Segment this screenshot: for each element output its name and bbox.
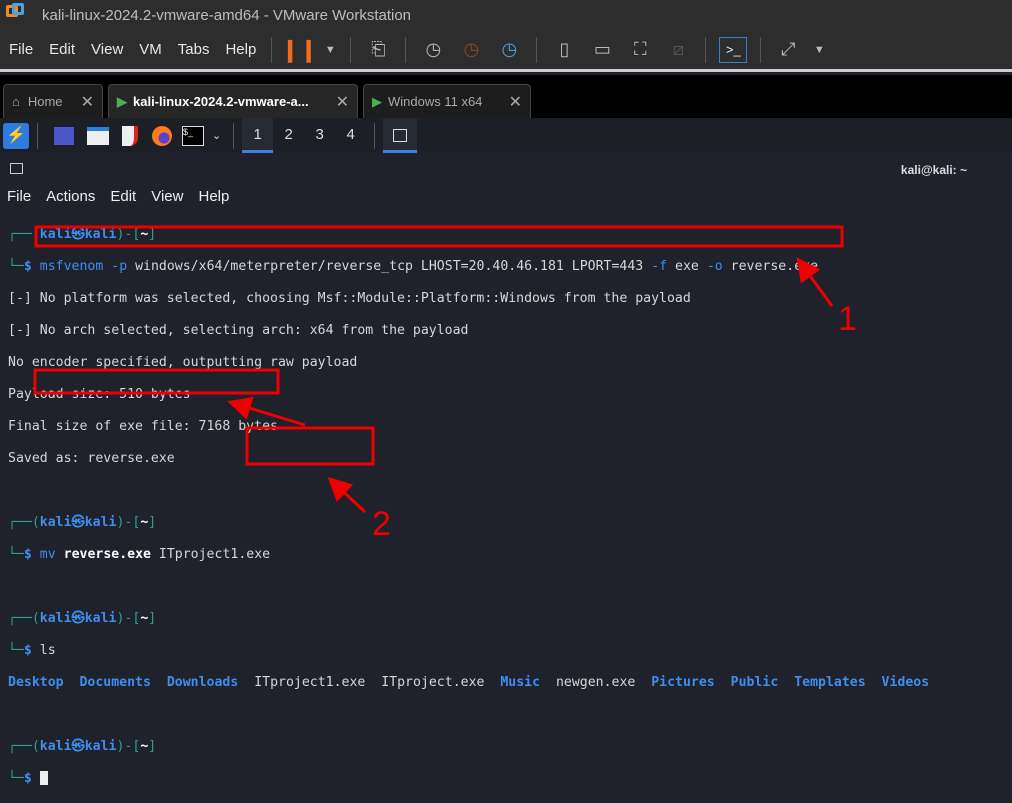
taskbar-terminal-window[interactable] bbox=[383, 118, 418, 153]
vm-icon: ▶ bbox=[117, 93, 127, 109]
output-line: Payload size: 510 bytes bbox=[8, 387, 191, 402]
terminal-icon[interactable]: $_ bbox=[182, 125, 204, 146]
terminal-menu-bar: File Actions Edit View Help bbox=[0, 183, 1012, 209]
directory-entry: Documents bbox=[79, 675, 151, 690]
revert-snapshot-icon[interactable]: ◷ bbox=[457, 37, 485, 63]
directory-entry: Pictures bbox=[651, 675, 715, 690]
annotation-label-2: 2 bbox=[372, 505, 391, 543]
command-line: └─$ ls bbox=[8, 643, 56, 658]
file-entry: ITproject1.exe bbox=[254, 675, 366, 690]
prompt-line: ┌──(kali㉿kali)-[~] bbox=[8, 227, 157, 242]
command-line: └─$ msfvenom -p windows/x64/meterpreter/… bbox=[8, 259, 819, 274]
fullscreen-icon[interactable]: ⛶ bbox=[626, 37, 654, 63]
directory-entry: Templates bbox=[794, 675, 866, 690]
terminal-icon bbox=[10, 163, 23, 174]
vmware-logo-icon bbox=[6, 3, 26, 25]
home-icon: ⌂ bbox=[12, 94, 20, 109]
menu-bar: File Edit View VM Tabs Help ❙❙ ▼ ⎗ ◷ ◷ ◷… bbox=[0, 30, 1012, 72]
output-line: No encoder specified, outputting raw pay… bbox=[8, 355, 358, 370]
menu-view[interactable]: View bbox=[82, 41, 130, 58]
file-entry: ITproject.exe bbox=[381, 675, 485, 690]
menu-tabs[interactable]: Tabs bbox=[169, 41, 217, 58]
close-icon[interactable]: ✕ bbox=[336, 92, 349, 112]
prompt-line: ┌──(kali㉿kali)-[~] bbox=[8, 515, 157, 530]
prompt-line: ┌──(kali㉿kali)-[~] bbox=[8, 739, 157, 754]
console-icon[interactable]: >_ bbox=[719, 36, 748, 63]
kali-panel: ⚡ $_ ⌄ 1 2 3 4 bbox=[0, 118, 1012, 153]
terminal-menu-view[interactable]: View bbox=[151, 188, 183, 205]
window-titlebar: kali-linux-2024.2-vmware-amd64 - VMware … bbox=[0, 0, 1012, 30]
thumbnail-icon[interactable]: ▭ bbox=[588, 37, 616, 63]
divider bbox=[405, 36, 407, 63]
vm-tab-strip: ⌂ Home ✕ ▶ kali-linux-2024.2-vmware-a... ✕ ▶… bbox=[0, 75, 1012, 118]
terminal-cursor bbox=[39, 771, 48, 785]
prompt-line: ┌──(kali㉿kali)-[~] bbox=[8, 611, 157, 626]
output-line: Final size of exe file: 7168 bytes bbox=[8, 419, 278, 434]
firefox-icon[interactable] bbox=[152, 125, 172, 146]
command-line: └─$ mv reverse.exe ITproject1.exe bbox=[8, 547, 271, 562]
terminal-output[interactable]: ┌──(kali㉿kali)-[~] └─$ msfvenom -p windo… bbox=[8, 211, 929, 803]
tab-label: kali-linux-2024.2-vmware-a... bbox=[133, 94, 309, 109]
directory-entry: Desktop bbox=[8, 675, 64, 690]
menu-file[interactable]: File bbox=[0, 41, 40, 58]
terminal-menu-help[interactable]: Help bbox=[198, 188, 229, 205]
snapshot-icon[interactable]: ◷ bbox=[419, 37, 447, 63]
text-editor-icon[interactable] bbox=[122, 125, 138, 146]
send-keys-icon[interactable]: ⎗ bbox=[364, 37, 392, 63]
terminal-title: kali@kali: ~ bbox=[900, 163, 967, 177]
divider bbox=[350, 36, 352, 63]
workspace-3[interactable]: 3 bbox=[304, 118, 335, 153]
divider bbox=[233, 122, 235, 149]
vm-icon: ▶ bbox=[372, 93, 382, 109]
directory-entry: Videos bbox=[881, 675, 930, 690]
tab-kali[interactable]: ▶ kali-linux-2024.2-vmware-a... ✕ bbox=[108, 84, 358, 118]
divider bbox=[374, 122, 376, 149]
annotation-label-1: 1 bbox=[838, 300, 857, 338]
terminal-icon bbox=[393, 128, 408, 142]
directory-entry: Public bbox=[730, 675, 779, 690]
window-title: kali-linux-2024.2-vmware-amd64 - VMware … bbox=[42, 6, 412, 24]
workspace-2[interactable]: 2 bbox=[273, 118, 304, 153]
tab-label: Windows 11 x64 bbox=[388, 94, 483, 109]
menu-edit[interactable]: Edit bbox=[40, 41, 82, 58]
command-line: └─$ bbox=[8, 771, 929, 787]
chevron-down-icon[interactable]: ⌄ bbox=[212, 129, 221, 142]
workspace-1[interactable]: 1 bbox=[242, 118, 274, 153]
unity-icon[interactable]: ⧄ bbox=[664, 37, 692, 63]
file-entry: newgen.exe bbox=[555, 675, 636, 690]
workspace-app-icon[interactable] bbox=[54, 126, 74, 145]
terminal-menu-edit[interactable]: Edit bbox=[110, 188, 136, 205]
divider bbox=[271, 36, 273, 63]
divider bbox=[536, 36, 538, 63]
output-line: [-] No arch selected, selecting arch: x6… bbox=[8, 323, 469, 338]
tab-home[interactable]: ⌂ Home ✕ bbox=[3, 84, 103, 118]
kali-menu-icon[interactable]: ⚡ bbox=[3, 122, 29, 149]
dropdown-icon[interactable]: ▼ bbox=[323, 37, 337, 63]
manage-snapshots-icon[interactable]: ◷ bbox=[495, 37, 523, 63]
stretch-icon[interactable]: ⤢ bbox=[774, 37, 802, 63]
directory-entry: Music bbox=[500, 675, 541, 690]
pause-icon[interactable]: ❙❙ bbox=[281, 37, 318, 63]
divider bbox=[760, 36, 762, 63]
ls-output: Desktop Documents Downloads ITproject1.e… bbox=[8, 675, 929, 691]
directory-entry: Downloads bbox=[166, 675, 239, 690]
dropdown-icon[interactable]: ▼ bbox=[812, 37, 826, 63]
tab-label: Home bbox=[27, 94, 63, 109]
output-line: [-] No platform was selected, choosing M… bbox=[8, 291, 691, 306]
close-icon[interactable]: ✕ bbox=[81, 92, 94, 112]
divider bbox=[37, 122, 38, 149]
close-icon[interactable]: ✕ bbox=[509, 92, 522, 112]
file-manager-icon[interactable] bbox=[87, 126, 109, 145]
output-line: Saved as: reverse.exe bbox=[8, 451, 175, 466]
terminal-menu-file[interactable]: File bbox=[7, 188, 31, 205]
terminal-menu-actions[interactable]: Actions bbox=[46, 188, 95, 205]
menu-vm[interactable]: VM bbox=[130, 41, 169, 58]
workspace-4[interactable]: 4 bbox=[335, 118, 366, 153]
terminal-titlebar: kali@kali: ~ bbox=[0, 153, 1012, 183]
menu-help[interactable]: Help bbox=[216, 41, 263, 58]
library-icon[interactable]: ▯ bbox=[550, 37, 578, 63]
tab-windows11[interactable]: ▶ Windows 11 x64 ✕ bbox=[363, 84, 531, 118]
divider bbox=[705, 36, 707, 63]
